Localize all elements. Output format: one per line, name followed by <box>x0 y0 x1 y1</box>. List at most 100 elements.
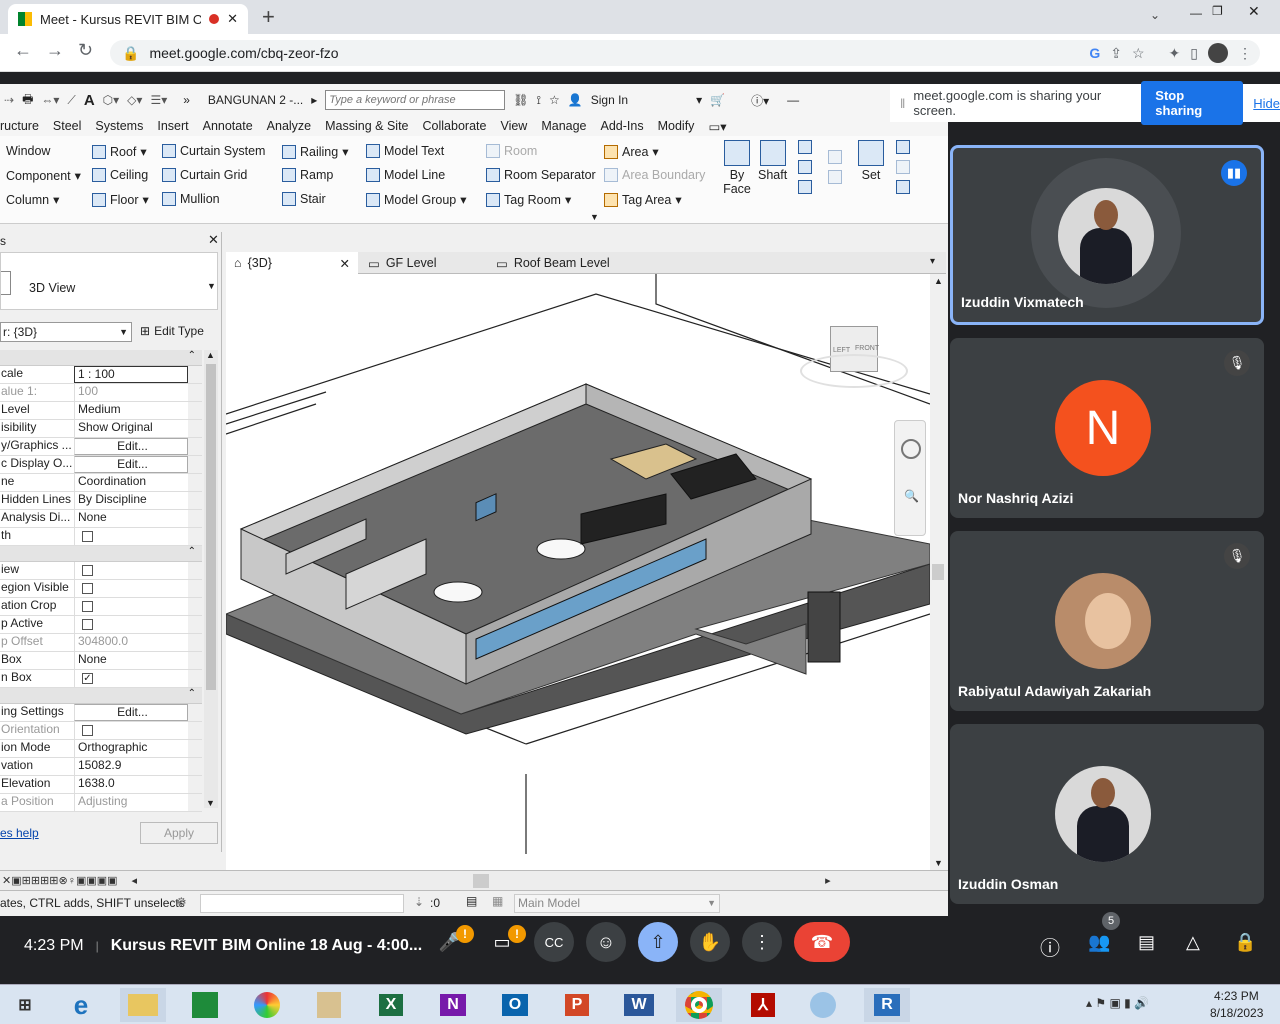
powerpoint-icon[interactable]: P <box>554 988 600 1022</box>
scroll-down-icon[interactable]: ▼ <box>206 798 215 808</box>
print-icon[interactable]: 🖶 <box>22 90 33 111</box>
dormer-icon[interactable] <box>798 180 812 194</box>
ribbon-window[interactable]: Window <box>6 144 50 158</box>
workset-dropdown[interactable] <box>200 894 404 913</box>
3d-view-canvas[interactable]: LEFT FRONT 🔍 ▲ ▼ <box>224 274 944 870</box>
checkbox[interactable] <box>82 619 93 630</box>
certificate-icon[interactable] <box>306 988 352 1022</box>
ribbon-roof[interactable]: Roof ▾ <box>92 144 147 159</box>
host-controls-icon[interactable]: 🔒 <box>1234 932 1256 953</box>
expand-icon[interactable]: » <box>183 93 190 107</box>
edit-button[interactable]: Edit... <box>74 704 188 721</box>
view-tab-3d[interactable]: ⌂ {3D} ✕ <box>226 252 358 274</box>
view-tab-close-icon[interactable]: ✕ <box>340 256 350 271</box>
checkbox[interactable] <box>82 601 93 612</box>
view-controls-icon[interactable]: ✕▣⊞⊞⊞⊞⊗♀▣▣▣▣ <box>2 874 118 887</box>
new-tab-button[interactable]: + <box>262 4 275 30</box>
collapse-icon[interactable]: ⌃ <box>188 546 196 557</box>
revit-icon[interactable]: R <box>864 988 910 1022</box>
reload-icon[interactable]: ↻ <box>78 40 93 61</box>
model-dropdown[interactable]: Main Model ▼ <box>514 894 720 913</box>
ribbon-room-separator[interactable]: Room Separator <box>486 168 596 182</box>
checkbox[interactable] <box>82 725 93 736</box>
present-button[interactable]: ⇧ <box>638 922 678 962</box>
stop-sharing-button[interactable]: Stop sharing <box>1141 81 1244 125</box>
section-icon[interactable]: ◇▾ <box>127 93 142 107</box>
tab-analyze[interactable]: Analyze <box>267 119 311 133</box>
word-icon[interactable]: W <box>616 988 662 1022</box>
property-value[interactable]: None <box>74 510 188 527</box>
menu-icon[interactable]: ⋮ <box>1238 45 1252 62</box>
clock-date[interactable]: 8/18/2023 <box>1210 1006 1263 1020</box>
share-icon[interactable]: ⇪ <box>1110 45 1122 62</box>
property-value[interactable] <box>74 528 188 545</box>
level-icon[interactable] <box>828 150 842 164</box>
edit-button[interactable]: Edit... <box>74 456 188 473</box>
undo-icon[interactable]: ⇢ <box>4 93 14 107</box>
drag-handle-icon[interactable]: ‖ <box>900 96 905 111</box>
ribbon-area[interactable]: Area ▾ <box>604 144 659 159</box>
properties-help-link[interactable]: es help <box>0 826 39 840</box>
maximize-button[interactable]: ❐ <box>1212 4 1223 18</box>
tab-steel[interactable]: Steel <box>53 119 82 133</box>
tab-view[interactable]: View <box>500 119 527 133</box>
tab-annotate[interactable]: Annotate <box>203 119 253 133</box>
tab-close-icon[interactable]: ✕ <box>227 11 238 27</box>
ribbon-model-line[interactable]: Model Line <box>366 168 445 182</box>
minimize-button[interactable]: — <box>1190 6 1202 20</box>
ribbon-model-group[interactable]: Model Group ▾ <box>366 192 467 207</box>
property-value[interactable]: By Discipline <box>74 492 188 509</box>
view-tab-roof-beam-level[interactable]: ▭ Roof Beam Level <box>488 252 618 274</box>
favorites-star-icon[interactable]: ☆ <box>549 93 560 107</box>
ribbon-curtain-system[interactable]: Curtain System <box>162 144 265 158</box>
tabs-menu-icon[interactable]: ▾ <box>930 256 935 267</box>
property-group-header[interactable]: ⌃ <box>0 688 202 704</box>
leave-call-button[interactable]: ☎ <box>794 922 850 962</box>
tab-search-icon[interactable]: ⌄ <box>1150 8 1160 22</box>
collapse-icon[interactable]: ⌃ <box>188 688 196 699</box>
checkbox[interactable] <box>82 531 93 542</box>
checkbox[interactable] <box>82 565 93 576</box>
ribbon-component[interactable]: Component ▾ <box>6 168 81 184</box>
ribbon-floor[interactable]: Floor ▾ <box>92 192 149 207</box>
canvas-vscrollbar[interactable]: ▲ ▼ <box>930 274 946 870</box>
ribbon-by-face[interactable]: By Face <box>722 140 752 196</box>
ribbon-set[interactable]: Set <box>858 140 884 182</box>
property-value[interactable]: Orthographic <box>74 740 188 757</box>
tab-systems[interactable]: Systems <box>95 119 143 133</box>
back-icon[interactable]: ← <box>14 40 32 61</box>
scroll-thumb[interactable] <box>206 364 216 690</box>
binoculars-icon[interactable]: ⛓ <box>513 93 528 107</box>
ribbon-curtain-grid[interactable]: Curtain Grid <box>162 168 247 182</box>
participant-tile[interactable]: 🎙 Rabiyatul Adawiyah Zakariah <box>950 531 1264 711</box>
acrobat-icon[interactable]: ⅄ <box>740 988 786 1022</box>
property-group-header[interactable]: ⌃ <box>0 350 202 366</box>
canvas-scroll-thumb[interactable] <box>932 564 944 580</box>
ribbon-mullion[interactable]: Mullion <box>162 192 220 206</box>
property-value[interactable]: 1638.0 <box>74 776 188 793</box>
ribbon-tag-area[interactable]: Tag Area ▾ <box>604 192 682 207</box>
close-window-button[interactable]: ✕ <box>1248 3 1260 20</box>
tab-structure[interactable]: ructure <box>0 119 39 133</box>
hscroll-thumb[interactable] <box>473 873 490 888</box>
activities-icon[interactable]: △ <box>1186 932 1200 953</box>
user-icon[interactable]: 👤 <box>568 93 583 107</box>
excel-taskbar-icon[interactable]: X <box>368 988 414 1022</box>
vertical-opening-icon[interactable] <box>798 160 812 174</box>
thin-lines-icon[interactable]: ☰▾ <box>150 93 167 107</box>
scroll-up-icon[interactable]: ▲ <box>206 350 215 360</box>
edit-type-button[interactable]: ⊞ Edit Type <box>140 322 216 342</box>
info-icon[interactable]: ⓘ <box>1040 932 1060 961</box>
wall-opening-icon[interactable] <box>798 140 812 154</box>
property-value[interactable]: Show Original <box>74 420 188 437</box>
property-value[interactable] <box>74 580 188 597</box>
measure-icon[interactable]: ⇔▾ <box>41 93 59 107</box>
text-icon[interactable]: A <box>84 92 95 109</box>
excel-icon[interactable] <box>182 988 228 1022</box>
ribbon-model-text[interactable]: Model Text <box>366 144 444 158</box>
profile-avatar[interactable] <box>1208 43 1228 63</box>
zoom-icon[interactable]: 🔍 <box>904 489 919 503</box>
sign-in-link[interactable]: Sign In <box>591 93 628 107</box>
checkbox[interactable] <box>82 583 93 594</box>
property-value[interactable] <box>74 562 188 579</box>
